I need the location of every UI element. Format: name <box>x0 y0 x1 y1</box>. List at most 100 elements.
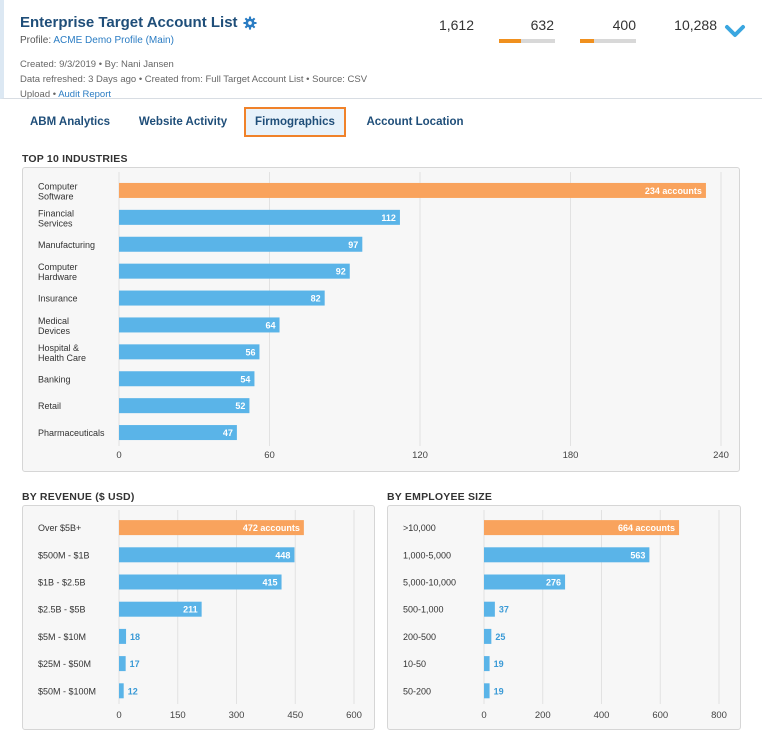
category-label: Software <box>38 191 74 201</box>
category-label: Banking <box>38 374 71 384</box>
category-label: Over $5B+ <box>38 523 81 533</box>
value-label: 54 <box>240 374 250 384</box>
profile-link[interactable]: ACME Demo Profile (Main) <box>53 35 174 46</box>
value-label: 448 <box>275 550 290 560</box>
bar-row[interactable]: 10-50 19 <box>403 656 504 672</box>
bar[interactable] <box>119 263 350 279</box>
bar-row[interactable]: $500M - $1B 448 <box>38 547 295 563</box>
value-label: 17 <box>130 659 140 669</box>
bar-row[interactable]: 5,000-10,000 276 <box>403 574 566 590</box>
value-label: 12 <box>128 686 138 696</box>
category-label: $25M - $50M <box>38 659 91 669</box>
stat-engaged-progress <box>499 39 555 43</box>
bar-row[interactable]: Hospital &Health Care 56 <box>38 343 260 363</box>
category-label: $5M - $10M <box>38 632 86 642</box>
tab-abm-analytics[interactable]: ABM Analytics <box>18 107 122 137</box>
value-label: 56 <box>245 347 255 357</box>
bar-row[interactable]: ComputerSoftware 234 accounts <box>38 181 706 201</box>
list-metadata: Created: 9/3/2019 • By: Nani Jansen Data… <box>20 57 420 102</box>
value-label: 19 <box>494 659 504 669</box>
category-label: 10-50 <box>403 659 426 669</box>
category-label: $1B - $2.5B <box>38 578 86 588</box>
bar-row[interactable]: ComputerHardware 92 <box>38 262 350 282</box>
industries-section-title: TOP 10 INDUSTRIES <box>22 153 128 165</box>
tick-label: 120 <box>412 450 428 461</box>
bar-row[interactable]: $25M - $50M 17 <box>38 656 140 672</box>
bar-row[interactable]: Over $5B+ 472 accounts <box>38 520 304 536</box>
title-row: Enterprise Target Account List <box>20 14 257 31</box>
value-label: 211 <box>183 605 198 615</box>
bar[interactable] <box>119 236 363 252</box>
value-label: 664 accounts <box>618 523 675 533</box>
bar[interactable] <box>119 344 260 360</box>
bar[interactable] <box>119 290 325 306</box>
category-label: Hospital & <box>38 343 79 353</box>
value-label: 97 <box>348 240 358 250</box>
bar-row[interactable]: $50M - $100M 12 <box>38 683 138 699</box>
revenue-chart-panel: 0 150 300 450 600 Over $5B+ 472 accounts $500M … <box>22 505 375 730</box>
category-label: 200-500 <box>403 632 436 642</box>
profile-line: Profile: ACME Demo Profile (Main) <box>20 35 174 46</box>
category-label: $50M - $100M <box>38 686 96 696</box>
category-label: Computer <box>38 181 78 191</box>
category-label: Devices <box>38 326 71 336</box>
bar-row[interactable]: FinancialServices 112 <box>38 208 400 228</box>
bar[interactable] <box>119 574 282 590</box>
category-label: Insurance <box>38 294 78 304</box>
bar-row[interactable]: 50-200 19 <box>403 683 504 699</box>
bar[interactable] <box>119 547 295 563</box>
bar-row[interactable]: MedicalDevices 64 <box>38 316 280 336</box>
value-label: 92 <box>336 267 346 277</box>
bar[interactable] <box>484 547 650 563</box>
bar[interactable] <box>484 601 495 617</box>
bar-row[interactable]: $2.5B - $5B 211 <box>38 601 202 617</box>
stat-contacts: 10,288 <box>674 17 717 33</box>
page-title[interactable]: Enterprise Target Account List <box>20 14 238 31</box>
tick-label: 600 <box>346 710 362 721</box>
bar[interactable] <box>119 425 237 441</box>
tab-firmographics[interactable]: Firmographics <box>244 107 346 137</box>
bar-row[interactable]: >10,000 664 accounts <box>403 520 680 536</box>
industries-chart-panel: 0 60 120 180 240 Computer Software 234 accounts… <box>22 167 740 472</box>
value-label: 276 <box>546 578 561 588</box>
bar[interactable] <box>119 683 124 699</box>
value-label: 47 <box>223 428 233 438</box>
audit-report-link[interactable]: Audit Report <box>58 89 111 100</box>
tick-label: 300 <box>229 710 245 721</box>
value-label: 563 <box>630 550 645 560</box>
industries-chart: 0 60 120 180 240ComputerSoftware234 accounts… <box>38 172 729 461</box>
bar[interactable] <box>119 628 127 644</box>
tab-bar: ABM Analytics Website Activity Firmograp… <box>0 107 762 139</box>
chevron-down-icon[interactable] <box>724 22 746 40</box>
tick-label: 0 <box>116 450 121 461</box>
category-label: Health Care <box>38 353 86 363</box>
bar[interactable] <box>119 656 126 672</box>
tick-label: 240 <box>713 450 729 461</box>
bar-row[interactable]: 500-1,000 37 <box>403 601 509 617</box>
tick-label: 450 <box>287 710 303 721</box>
tick-label: 400 <box>594 710 610 721</box>
bar-row[interactable]: Pharmaceuticals 47 <box>38 425 237 441</box>
tab-website-activity[interactable]: Website Activity <box>130 107 236 137</box>
bar-row[interactable]: Retail 52 <box>38 398 250 414</box>
bar[interactable] <box>119 209 400 225</box>
bar[interactable] <box>484 683 490 699</box>
bar-row[interactable]: Insurance 82 <box>38 290 325 306</box>
bar-row[interactable]: 1,000-5,000 563 <box>403 547 650 563</box>
bar[interactable] <box>119 317 280 333</box>
bar-row[interactable]: $1B - $2.5B 415 <box>38 574 282 590</box>
value-label: 18 <box>130 632 140 642</box>
tab-account-location[interactable]: Account Location <box>356 107 474 137</box>
bar[interactable] <box>119 371 255 387</box>
bar[interactable] <box>484 628 492 644</box>
bar[interactable] <box>484 656 490 672</box>
bar-row[interactable]: Banking 54 <box>38 371 255 387</box>
gear-icon[interactable] <box>242 15 257 30</box>
bar-row[interactable]: 200-500 25 <box>403 628 505 644</box>
category-label: Services <box>38 218 73 228</box>
bar[interactable] <box>119 182 706 198</box>
value-label: 37 <box>499 605 509 615</box>
bar-row[interactable]: Manufacturing 97 <box>38 236 363 252</box>
bar-row[interactable]: $5M - $10M 18 <box>38 628 140 644</box>
bar[interactable] <box>119 398 250 414</box>
